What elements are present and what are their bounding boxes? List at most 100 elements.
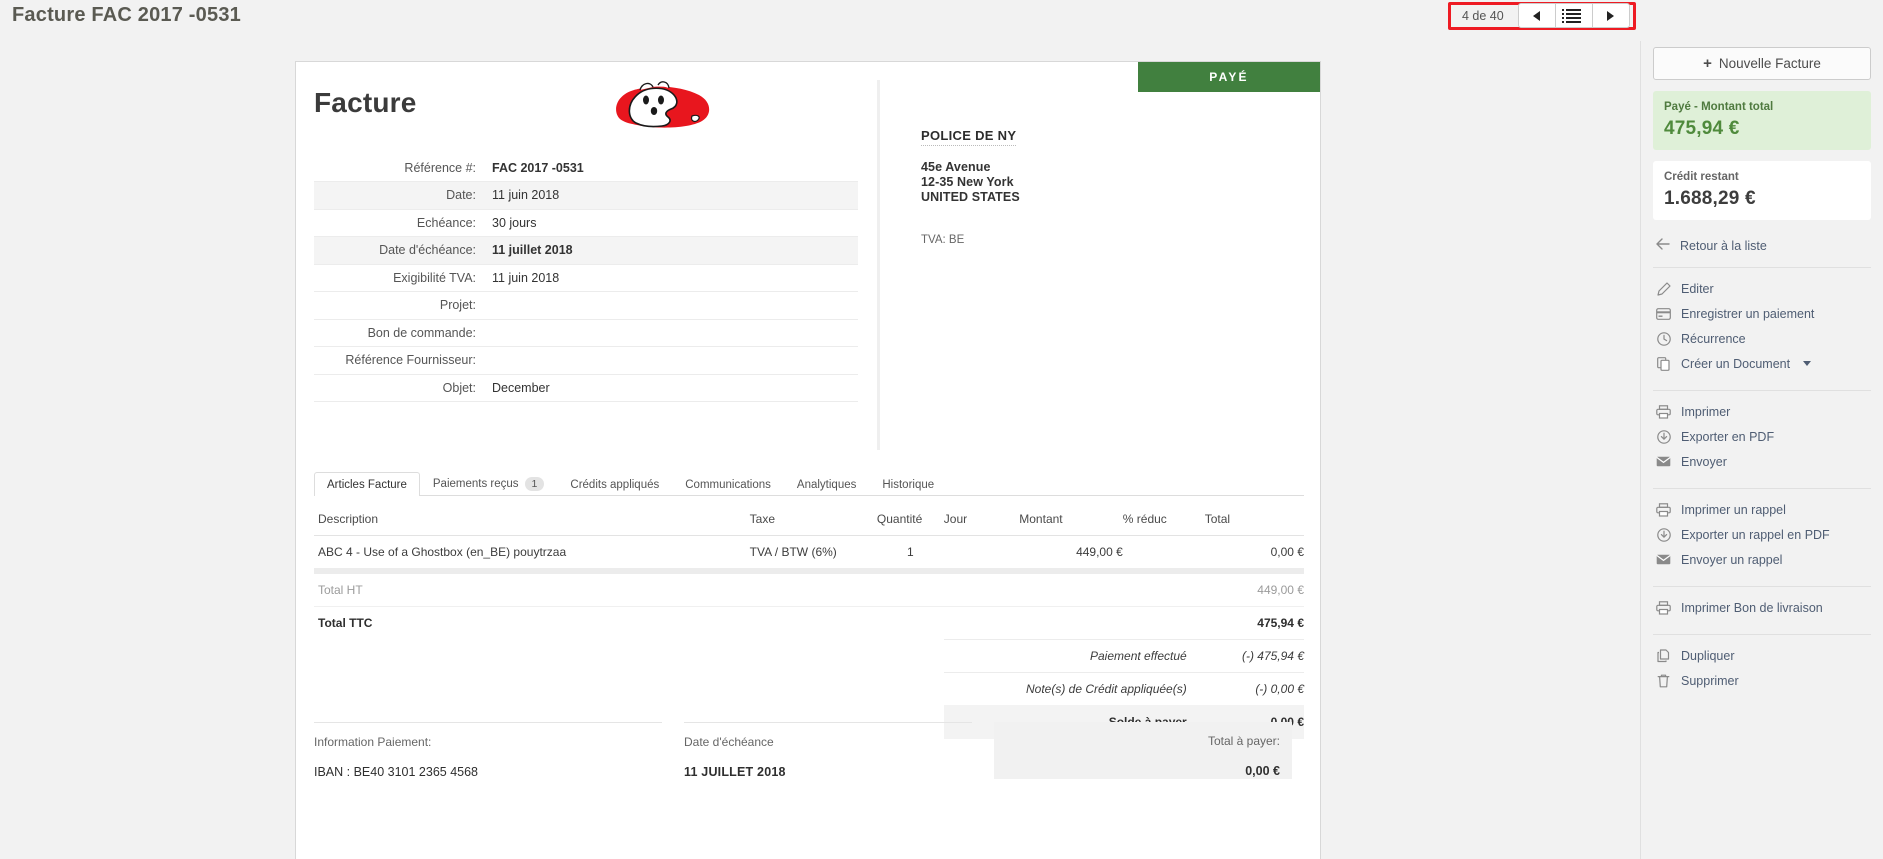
- summary-value-paiement: (-) 475,94 €: [1204, 639, 1304, 673]
- pager-next-button[interactable]: [1591, 3, 1630, 28]
- sidebar-divider: [1653, 586, 1871, 587]
- cell-description: ABC 4 - Use of a Ghostbox (en_BE) pouytr…: [314, 535, 750, 569]
- summary-value-credit-note: (-) 0,00 €: [1255, 682, 1304, 696]
- summary-spacer: [877, 640, 944, 673]
- record-pager: 4 de 40: [1448, 2, 1636, 30]
- document-header: Facture: [296, 62, 1320, 162]
- field-row: Date: 11 juin 2018: [314, 181, 858, 210]
- menu-item-exporter-rappel-pdf[interactable]: Exporter un rappel en PDF: [1653, 522, 1871, 547]
- field-value: 30 jours: [486, 209, 858, 237]
- address-line-3: UNITED STATES: [921, 190, 1020, 204]
- menu-item-label: Imprimer: [1681, 404, 1731, 419]
- cell-quantite: 1: [876, 535, 944, 569]
- menu-item-imprimer-bon-livraison[interactable]: Imprimer Bon de livraison: [1653, 595, 1871, 620]
- pager-prev-button[interactable]: [1517, 3, 1556, 28]
- back-to-list-label: Retour à la liste: [1680, 238, 1767, 253]
- sidebar-divider: [1653, 267, 1871, 268]
- customer-vat: TVA: BE: [921, 234, 965, 246]
- menu-item-exporter-pdf[interactable]: Exporter en PDF: [1653, 424, 1871, 449]
- invoice-detail-page: Facture FAC 2017 -0531 4 de 40 PAYÉ Fact…: [0, 0, 1883, 859]
- paid-amount-value: 475,94 €: [1664, 118, 1740, 139]
- invoice-fields-table: Référence #: FAC 2017 -0531 Date: 11 juin …: [314, 154, 858, 402]
- pager-count: 4 de 40: [1462, 8, 1504, 23]
- paid-amount-title: Payé - Montant total: [1664, 101, 1774, 113]
- field-value: [486, 319, 858, 347]
- invoice-document: PAYÉ Facture Référence #: FAC 2017 -0531…: [295, 61, 1321, 859]
- table-header-row: Description Taxe Quantité Jour Montant %…: [314, 503, 1304, 536]
- col-header-total: Total: [1204, 503, 1304, 536]
- right-sidebar: + Nouvelle Facture Payé - Montant total …: [1640, 41, 1883, 859]
- list-icon: [1562, 8, 1582, 23]
- field-value: 11 juillet 2018: [486, 236, 858, 265]
- envelope-icon: [1656, 552, 1671, 567]
- back-to-list-link[interactable]: Retour à la liste: [1653, 238, 1871, 253]
- cell-taxe: TVA / BTW (6%): [749, 535, 877, 569]
- new-invoice-button[interactable]: + Nouvelle Facture: [1653, 47, 1871, 80]
- field-row: Bon de commande:: [314, 319, 858, 347]
- tab-credits-appliques[interactable]: Crédits appliqués: [557, 472, 672, 496]
- sidebar-divider: [1653, 488, 1871, 489]
- summary-row-paiement: Paiement effectué (-) 475,94 €: [314, 639, 1304, 673]
- summary-spacer: [750, 673, 877, 706]
- summary-spacer: [314, 640, 750, 673]
- footer-total-due-value: 0,00 €: [1245, 764, 1280, 778]
- remaining-credit-value: 1.688,29 €: [1664, 188, 1756, 209]
- menu-item-enregistrer-paiement[interactable]: Enregistrer un paiement: [1653, 301, 1871, 326]
- menu-item-label: Imprimer Bon de livraison: [1681, 600, 1823, 615]
- summary-spacer: [877, 673, 944, 706]
- field-value: 11 juin 2018: [486, 181, 858, 210]
- field-value: FAC 2017 -0531: [486, 154, 858, 182]
- summary-spacer: [750, 640, 877, 673]
- arrow-left-icon: [1656, 238, 1670, 253]
- summary-row-total-ht: Total HT 449,00 €: [314, 574, 1304, 607]
- menu-item-dupliquer[interactable]: Dupliquer: [1653, 643, 1871, 668]
- field-row: Projet:: [314, 291, 858, 320]
- invoice-items-table: Description Taxe Quantité Jour Montant %…: [314, 503, 1304, 739]
- menu-item-envoyer-rappel[interactable]: Envoyer un rappel: [1653, 547, 1871, 572]
- menu-item-creer-document[interactable]: Créer un Document: [1653, 351, 1871, 376]
- pager-list-button[interactable]: [1554, 3, 1593, 28]
- tab-historique[interactable]: Historique: [869, 472, 947, 496]
- menu-item-supprimer[interactable]: Supprimer: [1653, 668, 1871, 693]
- download-icon: [1656, 429, 1671, 444]
- col-header-reduc: % réduc: [1122, 503, 1205, 536]
- summary-value-total-ttc: 475,94 €: [1257, 616, 1304, 630]
- tab-analytiques[interactable]: Analytiques: [784, 472, 869, 496]
- document-tabs: Articles Facture Paiements reçus 1 Crédi…: [314, 470, 1304, 496]
- menu-item-editer[interactable]: Editer: [1653, 276, 1871, 301]
- chevron-left-icon: [1533, 10, 1541, 21]
- cell-jour: [943, 535, 1020, 569]
- menu-item-recurrence[interactable]: Récurrence: [1653, 326, 1871, 351]
- copy-document-icon: [1656, 356, 1671, 371]
- plus-icon: +: [1703, 55, 1712, 72]
- printer-icon: [1656, 600, 1671, 615]
- printer-icon: [1656, 404, 1671, 419]
- tab-articles-facture[interactable]: Articles Facture: [314, 472, 420, 496]
- tab-paiements-recus[interactable]: Paiements reçus 1: [420, 470, 558, 496]
- field-label: Référence Fournisseur:: [314, 346, 486, 375]
- field-row: Référence Fournisseur:: [314, 346, 858, 375]
- field-row: Date d'échéance: 11 juillet 2018: [314, 236, 858, 265]
- table-row[interactable]: ABC 4 - Use of a Ghostbox (en_BE) pouytr…: [314, 535, 1304, 569]
- footer-payment-info: Information Paiement: IBAN : BE40 3101 2…: [314, 722, 662, 779]
- tab-communications[interactable]: Communications: [672, 472, 784, 496]
- field-label: Référence #:: [314, 154, 486, 182]
- field-value: December: [486, 374, 858, 402]
- menu-item-imprimer[interactable]: Imprimer: [1653, 399, 1871, 424]
- tab-label: Communications: [685, 479, 771, 491]
- summary-row-credit-note: Note(s) de Crédit appliquée(s) (-) 0,00 …: [314, 673, 1304, 706]
- duplicate-icon: [1656, 648, 1671, 663]
- menu-item-imprimer-rappel[interactable]: Imprimer un rappel: [1653, 497, 1871, 522]
- field-label: Echéance:: [314, 209, 486, 237]
- document-footer: Information Paiement: IBAN : BE40 3101 2…: [314, 722, 1304, 779]
- menu-item-label: Enregistrer un paiement: [1681, 306, 1815, 321]
- clock-icon: [1656, 331, 1671, 346]
- summary-label-total-ttc: Total TTC: [318, 616, 373, 631]
- field-label: Exigibilité TVA:: [314, 264, 486, 292]
- tab-label: Paiements reçus: [432, 478, 519, 490]
- summary-value-total-ht: 449,00 €: [1204, 574, 1304, 607]
- field-row: Exigibilité TVA: 11 juin 2018: [314, 264, 858, 292]
- menu-item-envoyer[interactable]: Envoyer: [1653, 449, 1871, 474]
- tab-label: Crédits appliqués: [570, 479, 660, 491]
- menu-item-label: Imprimer un rappel: [1681, 502, 1786, 517]
